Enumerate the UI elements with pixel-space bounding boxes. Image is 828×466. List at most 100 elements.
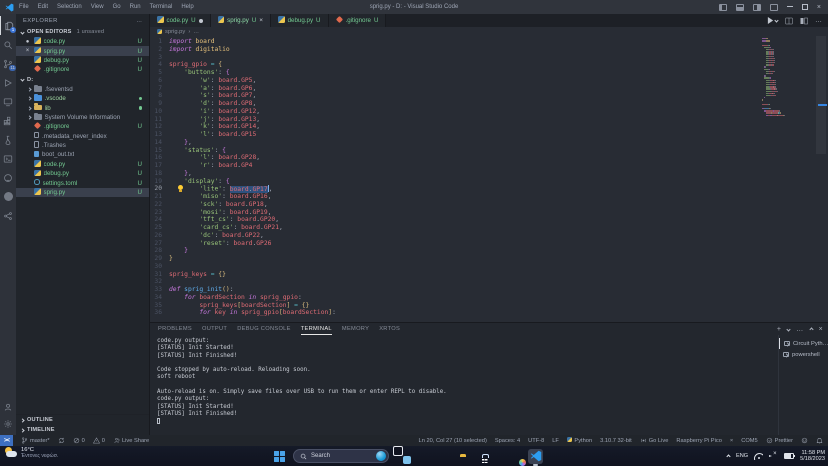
status-remote[interactable]: >< xyxy=(0,435,13,446)
activity-source-control[interactable]: 11 xyxy=(0,54,16,73)
tree-item-boot-out-txt[interactable]: boot_out.txt xyxy=(16,150,149,159)
tab-code-py[interactable]: code.pyU xyxy=(150,14,211,27)
status-golive[interactable]: Go Live xyxy=(640,437,669,444)
section-outline[interactable]: OUTLINE xyxy=(16,415,149,425)
menu-selection[interactable]: Selection xyxy=(57,4,82,10)
close-panel-icon[interactable]: × xyxy=(819,326,823,333)
maximize-panel-icon[interactable] xyxy=(809,327,813,331)
terminal-dropdown-icon[interactable] xyxy=(787,327,791,331)
tree-item--fseventsd[interactable]: .fseventsd xyxy=(16,85,149,94)
status-warning[interactable]: 0 xyxy=(93,437,105,444)
run-python-file-button[interactable] xyxy=(767,17,778,24)
tree-item--gitignore[interactable]: .gitignoreU xyxy=(16,122,149,131)
terminal-session[interactable]: Circuit Pyth… xyxy=(779,338,828,349)
tray-chevron-icon[interactable] xyxy=(726,454,730,458)
copilot-button[interactable] xyxy=(414,449,429,464)
code-editor[interactable]: 1import board2import digitalio34sprig_gp… xyxy=(150,36,828,322)
file-explorer-button[interactable] xyxy=(452,449,467,464)
status-error[interactable]: 0 xyxy=(73,437,85,444)
minimap[interactable] xyxy=(762,38,798,117)
open-editor-item[interactable]: ×sprig.pyU xyxy=(16,46,149,55)
tree-item--vscode[interactable]: .vscode xyxy=(16,94,149,103)
editor-scrollbar[interactable] xyxy=(814,36,828,322)
more-actions-icon[interactable]: … xyxy=(815,17,822,24)
close-button[interactable]: × xyxy=(817,4,821,11)
edge-button[interactable] xyxy=(433,449,448,464)
status--[interactable]: × xyxy=(730,438,733,444)
status-prettier[interactable]: Prettier xyxy=(766,437,793,444)
tree-item-sprig-py[interactable]: sprig.pyU xyxy=(16,188,149,197)
status-feedback[interactable] xyxy=(801,437,808,444)
maximize-button[interactable] xyxy=(802,4,808,10)
clock-app-button[interactable] xyxy=(490,449,505,464)
tab-debug-py[interactable]: debug.pyU xyxy=(271,14,328,27)
activity-remote-explorer[interactable] xyxy=(0,92,16,111)
activity-search[interactable] xyxy=(0,35,16,54)
activity-share[interactable] xyxy=(0,206,16,225)
status-branch[interactable]: master* xyxy=(21,437,50,444)
open-editor-item[interactable]: .gitignoreU xyxy=(16,65,149,74)
panel-tab-problems[interactable]: PROBLEMS xyxy=(158,326,192,332)
photos-button[interactable] xyxy=(509,449,524,464)
activity-terminal-box[interactable] xyxy=(0,149,16,168)
menu-go[interactable]: Go xyxy=(113,4,121,10)
status-lf[interactable]: LF xyxy=(552,438,559,444)
tree-item-debug-py[interactable]: debug.pyU xyxy=(16,169,149,178)
open-editor-item[interactable]: ●code.pyU xyxy=(16,37,149,46)
section-timeline[interactable]: TIMELINE xyxy=(16,425,149,435)
tab-sprig-py[interactable]: sprig.pyU× xyxy=(211,14,271,27)
split-editor-icon[interactable] xyxy=(800,17,808,25)
status-spaces-4[interactable]: Spaces: 4 xyxy=(495,438,520,444)
tree-item--metadata-never-index[interactable]: .metadata_never_index xyxy=(16,132,149,141)
open-changes-icon[interactable] xyxy=(785,17,793,25)
status-liveshare[interactable]: Live Share xyxy=(113,437,149,444)
menu-terminal[interactable]: Terminal xyxy=(150,4,173,10)
minimize-button[interactable] xyxy=(787,6,793,7)
status-utf-8[interactable]: UTF-8 xyxy=(528,438,544,444)
status-python-mini[interactable]: Python xyxy=(567,437,592,445)
panel-tab-debug-console[interactable]: DEBUG CONSOLE xyxy=(237,326,291,332)
terminal-session[interactable]: powershell xyxy=(779,349,828,360)
status-com5[interactable]: COM5 xyxy=(741,438,757,444)
activity-settings[interactable] xyxy=(0,415,16,432)
panel-tab-xrtos[interactable]: XRTOS xyxy=(379,326,400,332)
customize-layout-icon[interactable] xyxy=(770,4,778,11)
lightbulb-icon[interactable] xyxy=(177,185,183,192)
activity-explorer[interactable]: 1 xyxy=(0,16,16,35)
menu-edit[interactable]: Edit xyxy=(38,4,48,10)
terminal-output[interactable]: code.py output:[STATUS] Init Started![ST… xyxy=(150,335,778,435)
toggle-secondary-sidebar-icon[interactable] xyxy=(753,4,761,11)
battery-icon[interactable] xyxy=(784,453,794,459)
volume-muted-icon[interactable] xyxy=(769,453,778,460)
tree-item-system-volume-information[interactable]: System Volume Information xyxy=(16,113,149,122)
status-bell[interactable] xyxy=(816,437,823,444)
activity-github[interactable] xyxy=(0,168,16,187)
menu-file[interactable]: File xyxy=(19,4,29,10)
status-sync[interactable] xyxy=(58,437,65,444)
panel-tab-memory[interactable]: MEMORY xyxy=(342,326,369,332)
breadcrumb[interactable]: sprig.py › … xyxy=(150,27,828,36)
taskbar-search[interactable]: Search xyxy=(293,449,389,463)
activity-testing[interactable] xyxy=(0,130,16,149)
panel-tab-terminal[interactable]: TERMINAL xyxy=(301,323,332,335)
status-3-10-7-32-bit[interactable]: 3.10.7 32-bit xyxy=(600,438,632,444)
menu-help[interactable]: Help xyxy=(181,4,193,10)
status-raspberry-pi-pico[interactable]: Raspberry Pi Pico xyxy=(676,438,722,444)
tab--gitignore[interactable]: .gitignoreU xyxy=(329,14,387,27)
menu-view[interactable]: View xyxy=(91,4,104,10)
status-ln-20-col-27-10-selected-[interactable]: Ln 20, Col 27 (10 selected) xyxy=(419,438,487,444)
start-button[interactable] xyxy=(272,449,287,464)
open-editor-item[interactable]: debug.pyU xyxy=(16,56,149,65)
toggle-sidebar-icon[interactable] xyxy=(719,4,727,11)
tray-clock[interactable]: 11:58 PM 5/18/2023 xyxy=(800,450,825,463)
wifi-icon[interactable] xyxy=(754,453,763,460)
tree-item-settings-toml[interactable]: settings.tomlU xyxy=(16,178,149,187)
toggle-panel-icon[interactable] xyxy=(736,4,744,11)
tree-item-lib[interactable]: lib xyxy=(16,103,149,112)
activity-run-and-debug[interactable] xyxy=(0,73,16,92)
vscode-button[interactable] xyxy=(528,449,543,464)
open-editors-section[interactable]: OPEN EDITORS 1 unsaved xyxy=(16,27,149,37)
modified-dot-icon[interactable]: ● xyxy=(24,39,31,45)
root-folder-section[interactable]: D: xyxy=(16,75,149,85)
activity-account[interactable] xyxy=(0,398,16,415)
